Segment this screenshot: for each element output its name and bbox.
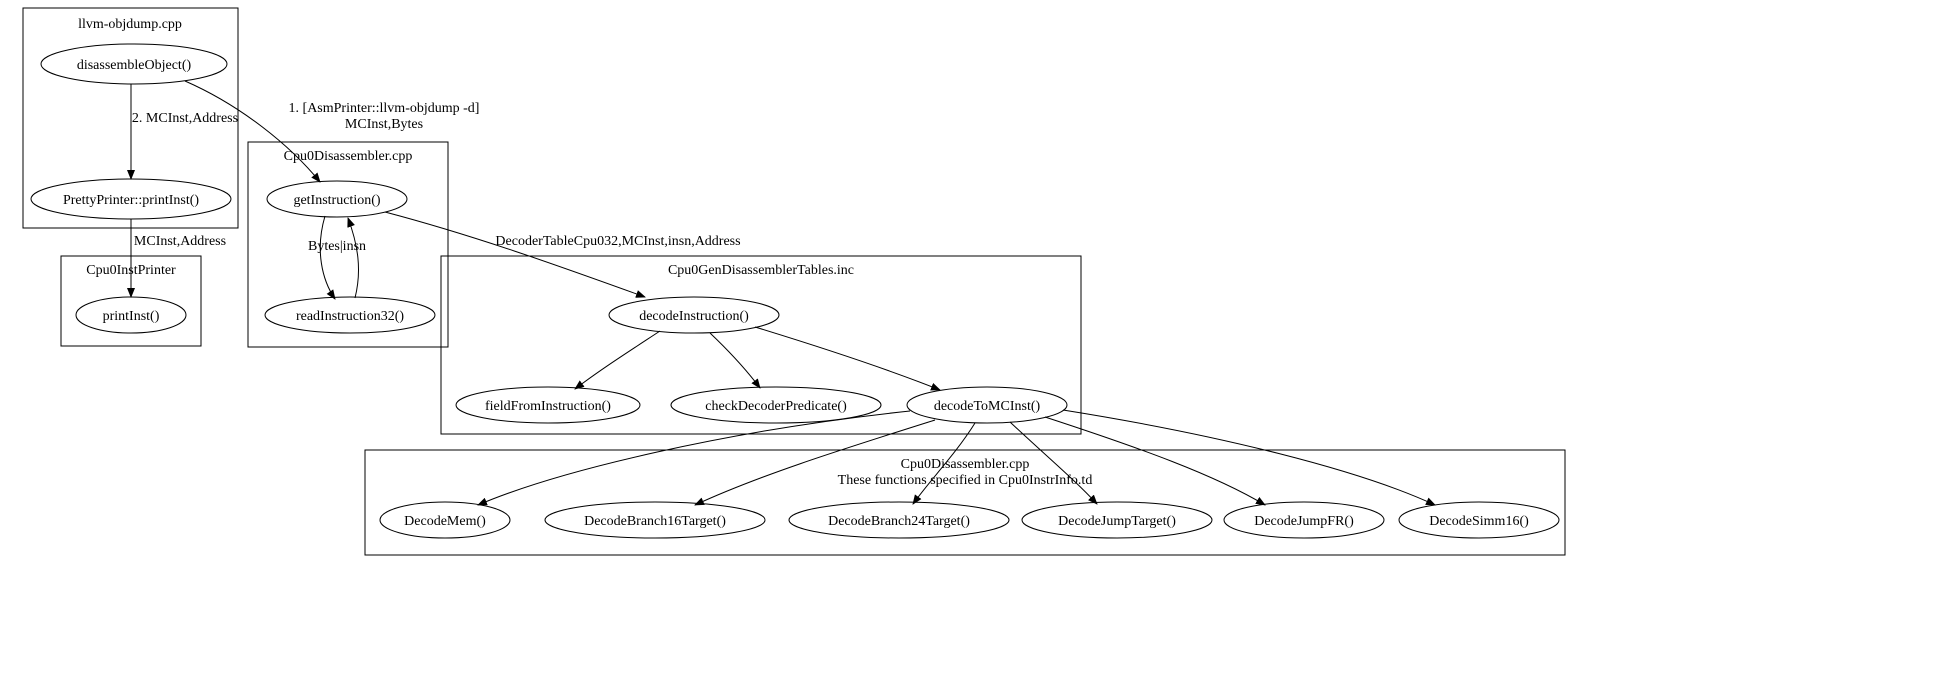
node-getInstruction-label: getInstruction() xyxy=(293,193,380,208)
cluster-decodefuncs-label2: These functions specified in Cpu0InstrIn… xyxy=(838,473,1093,488)
cluster-gentables-label: Cpu0GenDisassemblerTables.inc xyxy=(668,263,854,278)
node-readInstruction32-label: readInstruction32() xyxy=(296,309,404,324)
call-graph-diagram: llvm-objdump.cpp Cpu0InstPrinter Cpu0Dis… xyxy=(0,0,1935,683)
node-DecodeMem-label: DecodeMem() xyxy=(404,514,486,529)
node-decodeInstruction-label: decodeInstruction() xyxy=(639,309,749,324)
node-DecodeBranch24Target-label: DecodeBranch24Target() xyxy=(828,514,970,529)
edge-label-1-l1: 1. [AsmPrinter::llvm-objdump -d] xyxy=(289,101,480,116)
edge-readinst-to-getinst xyxy=(348,218,359,298)
node-DecodeJumpTarget-label: DecodeJumpTarget() xyxy=(1058,514,1176,529)
node-decodeToMCInst-label: decodeToMCInst() xyxy=(934,399,1041,414)
edge-label-4: Bytes|insn xyxy=(308,239,366,254)
edge-disassemble-to-getinst xyxy=(185,81,320,182)
edge-getinst-to-decodeinst xyxy=(385,212,645,297)
node-disassembleObject-label: disassembleObject() xyxy=(77,58,192,73)
edge-label-1-l2: MCInst,Bytes xyxy=(345,117,423,132)
edge-label-5: DecoderTableCpu032,MCInst,insn,Address xyxy=(495,234,740,249)
edge-tomcinst-to-decodemem xyxy=(478,411,910,505)
node-prettyPrint-label: PrettyPrinter::printInst() xyxy=(63,193,199,208)
edge-tomcinst-to-simm16 xyxy=(1063,410,1435,505)
edge-tomcinst-to-branch16 xyxy=(695,420,935,505)
cluster-decodefuncs-label1: Cpu0Disassembler.cpp xyxy=(901,457,1030,472)
edge-label-3: MCInst,Address xyxy=(134,234,226,249)
edge-decode-to-checkpred xyxy=(710,333,760,388)
node-DecodeSimm16-label: DecodeSimm16() xyxy=(1429,514,1529,529)
cluster-disasm-label: Cpu0Disassembler.cpp xyxy=(284,149,413,164)
node-fieldFromInstruction-label: fieldFromInstruction() xyxy=(485,399,611,414)
node-printInst-label: printInst() xyxy=(103,309,160,324)
edge-tomcinst-to-jumpfr xyxy=(1045,417,1265,505)
cluster-objdump-label: llvm-objdump.cpp xyxy=(78,17,182,32)
edge-decode-to-field xyxy=(575,331,660,389)
edge-label-2: 2. MCInst,Address xyxy=(132,111,238,126)
node-DecodeJumpFR-label: DecodeJumpFR() xyxy=(1254,514,1354,529)
node-checkDecoderPredicate-label: checkDecoderPredicate() xyxy=(705,399,847,414)
edge-decode-to-tomcinst xyxy=(755,327,940,390)
edge-getinst-to-readinst xyxy=(320,216,335,299)
node-DecodeBranch16Target-label: DecodeBranch16Target() xyxy=(584,514,726,529)
